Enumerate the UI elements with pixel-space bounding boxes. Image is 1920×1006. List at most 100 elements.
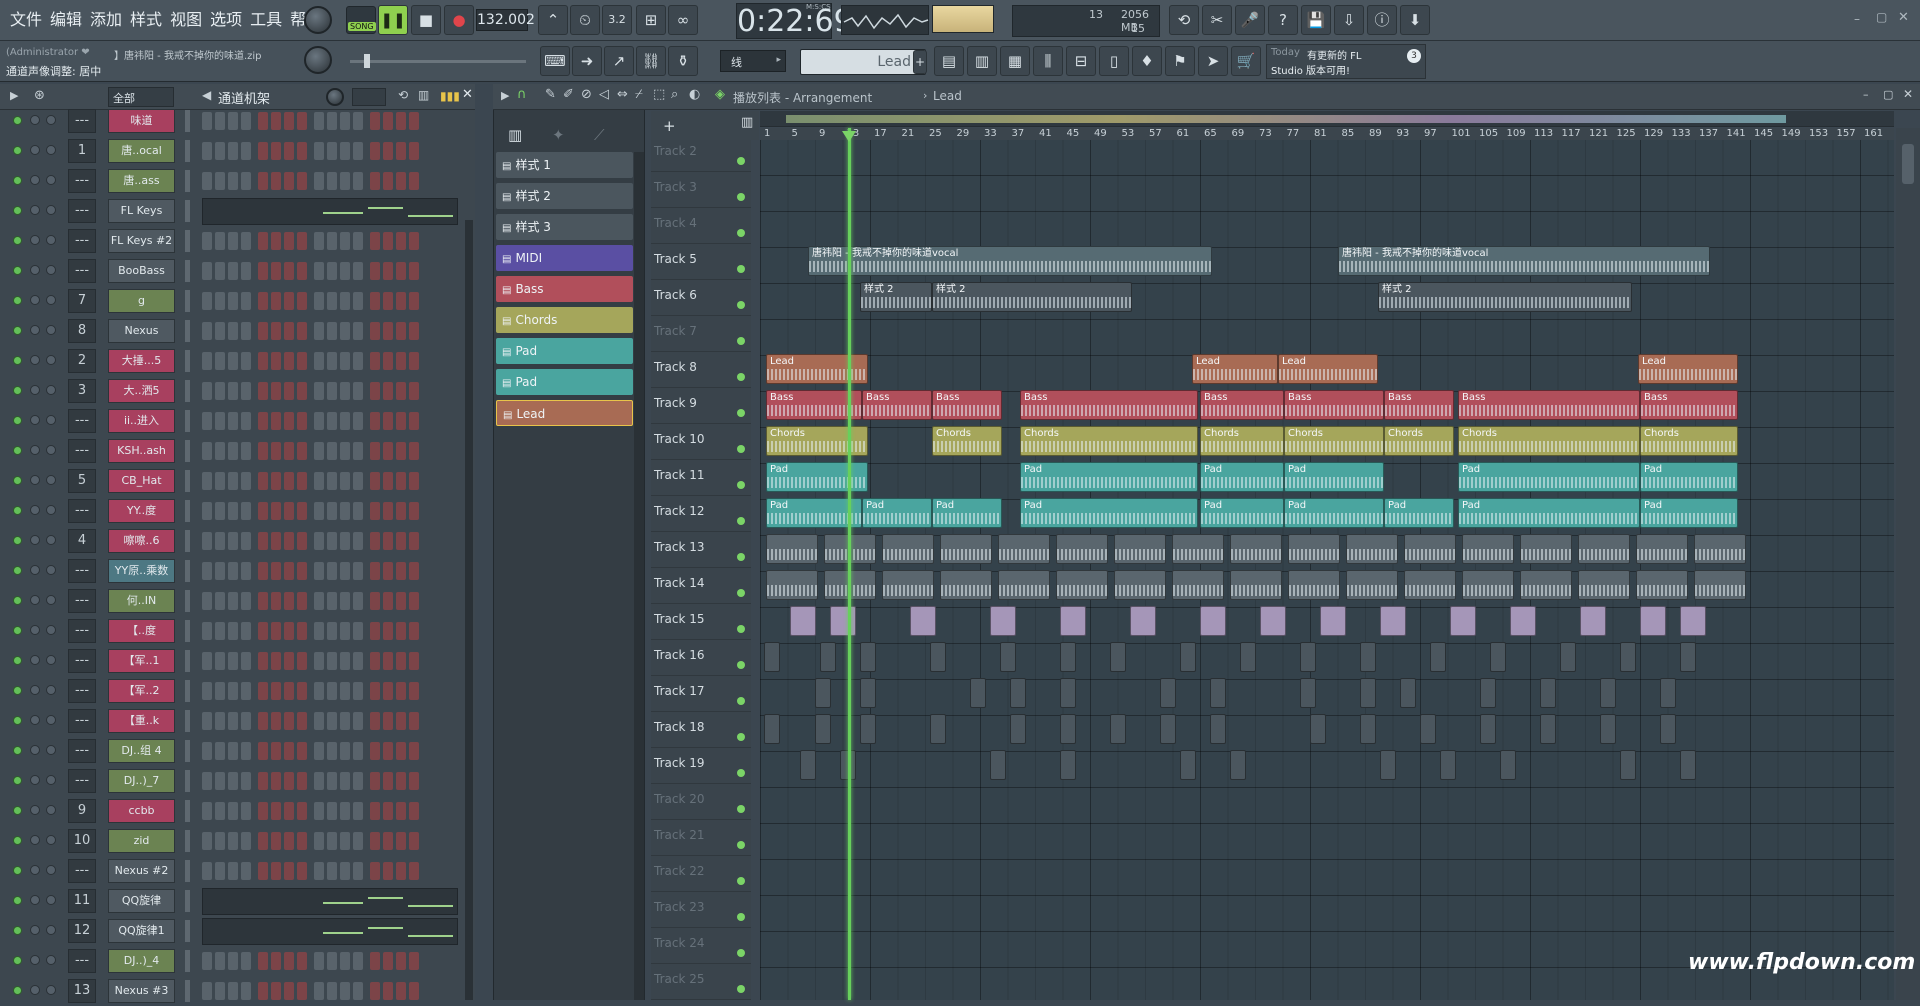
channel-enable-led[interactable] bbox=[13, 116, 22, 125]
step-button[interactable] bbox=[284, 682, 294, 700]
step-button[interactable] bbox=[370, 862, 380, 880]
pattern-item[interactable]: ▤ 样式 1 bbox=[496, 152, 633, 178]
channel-volume-knob[interactable] bbox=[46, 475, 56, 485]
channel-row[interactable]: --- 【军..2 bbox=[0, 676, 475, 706]
step-button[interactable] bbox=[353, 952, 363, 970]
playlist-clip[interactable] bbox=[790, 606, 816, 636]
step-button[interactable] bbox=[353, 292, 363, 310]
step-button[interactable] bbox=[258, 592, 268, 610]
playlist-clip[interactable] bbox=[1680, 606, 1706, 636]
typing-keyboard-button[interactable]: ⌨ bbox=[540, 46, 570, 76]
step-button[interactable] bbox=[370, 352, 380, 370]
track-active-led[interactable] bbox=[737, 265, 745, 273]
channel-row[interactable]: --- KSH..ash bbox=[0, 436, 475, 466]
step-button[interactable] bbox=[340, 232, 350, 250]
snap-select[interactable]: 线 ▸ bbox=[720, 50, 786, 72]
step-button[interactable] bbox=[353, 172, 363, 190]
step-button[interactable] bbox=[297, 232, 307, 250]
cut-tool-button[interactable]: ✂ bbox=[1202, 5, 1232, 35]
step-button[interactable] bbox=[284, 952, 294, 970]
channel-select-bar[interactable] bbox=[185, 560, 190, 582]
step-button[interactable] bbox=[396, 382, 406, 400]
playlist-clip[interactable]: Pad bbox=[1384, 498, 1454, 528]
step-button[interactable] bbox=[271, 952, 281, 970]
playlist-clip[interactable]: Pad bbox=[862, 498, 932, 528]
step-button[interactable] bbox=[409, 802, 419, 820]
playlist-clip[interactable] bbox=[1210, 678, 1226, 708]
playlist-clip[interactable]: Pad bbox=[1020, 462, 1198, 492]
channel-volume-knob[interactable] bbox=[46, 115, 56, 125]
channel-pan-knob[interactable] bbox=[30, 775, 40, 785]
step-button[interactable] bbox=[258, 142, 268, 160]
playlist-clip[interactable] bbox=[1110, 642, 1126, 672]
channel-name-button[interactable]: KSH..ash bbox=[108, 439, 175, 463]
slip-icon[interactable]: ⇔ bbox=[617, 87, 628, 102]
step-button[interactable]: ➜ bbox=[572, 46, 602, 76]
playlist-clip[interactable] bbox=[1462, 534, 1514, 564]
scroll-thumb[interactable] bbox=[1902, 144, 1914, 184]
touch-controller-button[interactable]: ⚑ bbox=[1165, 46, 1195, 76]
step-button[interactable] bbox=[241, 442, 251, 460]
step-button[interactable] bbox=[284, 592, 294, 610]
pattern-item[interactable]: ▤ 样式 2 bbox=[496, 183, 633, 209]
step-button[interactable] bbox=[228, 862, 238, 880]
step-button[interactable] bbox=[383, 112, 393, 130]
channel-row[interactable]: 7g bbox=[0, 286, 475, 316]
channel-pan-knob[interactable] bbox=[30, 145, 40, 155]
step-button[interactable] bbox=[297, 472, 307, 490]
menu-patterns[interactable]: 样式 bbox=[126, 9, 166, 31]
step-button[interactable] bbox=[327, 742, 337, 760]
step-button[interactable] bbox=[202, 592, 212, 610]
step-button[interactable] bbox=[409, 412, 419, 430]
channel-row[interactable]: --- 味道 bbox=[0, 106, 475, 136]
channel-row[interactable]: --- FL Keys #2 bbox=[0, 226, 475, 256]
save-button[interactable]: 💾 bbox=[1301, 5, 1331, 35]
step-button[interactable] bbox=[297, 862, 307, 880]
playlist-clip[interactable]: 唐祎阳 - 我戒不掉你的味道vocal bbox=[808, 246, 1212, 276]
menu-tools[interactable]: 工具 bbox=[246, 9, 286, 31]
menu-view[interactable]: 视图 bbox=[166, 9, 206, 31]
track-active-led[interactable] bbox=[737, 157, 745, 165]
step-button[interactable] bbox=[340, 322, 350, 340]
step-button[interactable] bbox=[202, 112, 212, 130]
step-button[interactable] bbox=[241, 472, 251, 490]
playlist-clip[interactable] bbox=[1380, 750, 1396, 780]
step-button[interactable] bbox=[409, 622, 419, 640]
playlist-clip[interactable] bbox=[930, 714, 946, 744]
track-active-led[interactable] bbox=[737, 553, 745, 561]
step-button[interactable] bbox=[340, 682, 350, 700]
step-button[interactable] bbox=[258, 832, 268, 850]
step-button[interactable] bbox=[258, 952, 268, 970]
step-button[interactable] bbox=[327, 112, 337, 130]
step-button[interactable] bbox=[228, 622, 238, 640]
track-header[interactable]: Track 22 bbox=[651, 856, 751, 892]
step-button[interactable] bbox=[228, 172, 238, 190]
step-button[interactable] bbox=[327, 652, 337, 670]
step-button[interactable] bbox=[370, 472, 380, 490]
steps-icon[interactable]: ▮▮▮ bbox=[440, 89, 460, 103]
channel-name-button[interactable]: 嚓嚓..6 bbox=[108, 529, 175, 553]
channel-pan-knob[interactable] bbox=[30, 985, 40, 995]
step-button[interactable] bbox=[271, 172, 281, 190]
channel-pan-knob[interactable] bbox=[30, 235, 40, 245]
step-button[interactable] bbox=[241, 172, 251, 190]
playlist-clip[interactable]: Pad bbox=[1640, 498, 1738, 528]
step-button[interactable] bbox=[241, 262, 251, 280]
step-button[interactable] bbox=[383, 862, 393, 880]
step-button[interactable] bbox=[271, 772, 281, 790]
track-active-led[interactable] bbox=[737, 625, 745, 633]
step-button[interactable] bbox=[241, 532, 251, 550]
playlist-clip[interactable] bbox=[882, 570, 934, 600]
playlist-clip[interactable] bbox=[998, 570, 1050, 600]
pattern-item[interactable]: ▤ Chords bbox=[496, 307, 633, 333]
step-button[interactable] bbox=[327, 532, 337, 550]
channel-mixer-track[interactable]: --- bbox=[68, 259, 96, 283]
step-button[interactable] bbox=[340, 952, 350, 970]
delete-icon[interactable]: ⊘ bbox=[581, 87, 592, 102]
step-button[interactable] bbox=[241, 112, 251, 130]
step-button[interactable] bbox=[228, 562, 238, 580]
step-button[interactable] bbox=[314, 862, 324, 880]
step-button[interactable] bbox=[314, 802, 324, 820]
step-button[interactable] bbox=[340, 652, 350, 670]
step-button[interactable] bbox=[284, 772, 294, 790]
